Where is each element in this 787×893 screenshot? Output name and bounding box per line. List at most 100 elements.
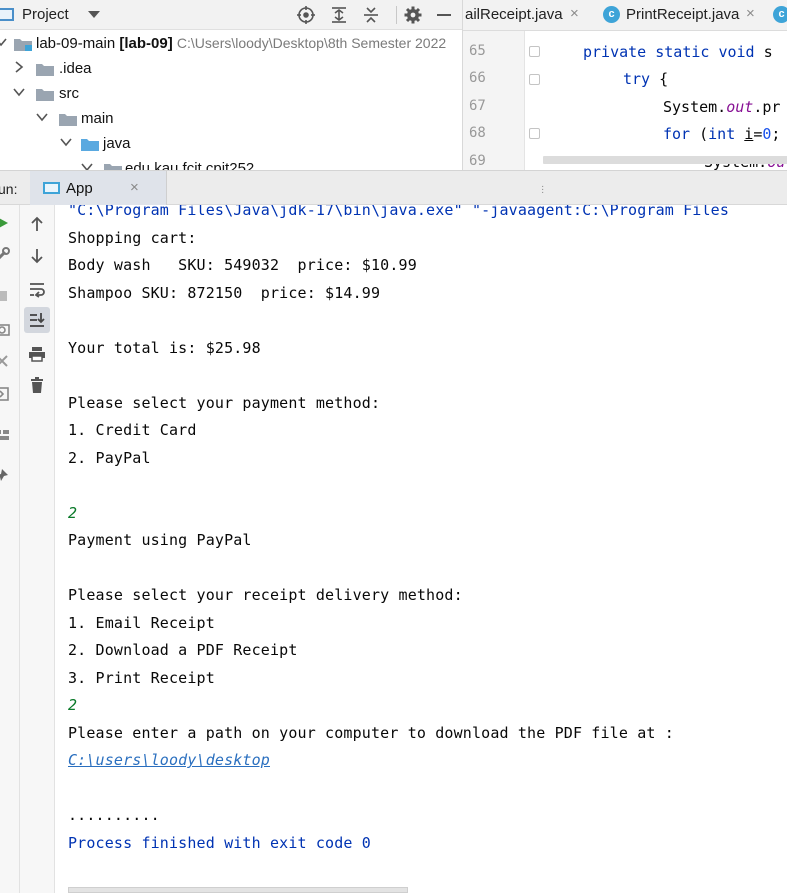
console-line: Body wash SKU: 549032 price: $10.99	[68, 256, 417, 274]
code-line-66[interactable]: try {	[623, 70, 668, 88]
chevron-down-icon[interactable]	[12, 85, 26, 99]
layout-icon[interactable]	[0, 427, 10, 443]
run-label: un:	[0, 181, 18, 197]
console-line: Please select your payment method:	[68, 394, 381, 412]
run-tab-label: App	[66, 180, 93, 197]
console-line: Shopping cart:	[68, 229, 197, 247]
project-header: Project	[0, 0, 462, 30]
project-tree: lab-09-main [lab-09] C:\Users\loody\Desk…	[0, 32, 462, 170]
tab-print-receipt[interactable]: c PrintReceipt.java ×	[599, 0, 769, 31]
tree-item-java[interactable]: java	[0, 132, 462, 157]
module-tag: [lab-09]	[119, 35, 173, 52]
java-class-icon: c	[773, 6, 787, 23]
project-view-icon	[0, 8, 14, 21]
source-folder-icon	[81, 137, 99, 151]
pin-icon[interactable]	[0, 467, 10, 483]
console-line: 1. Credit Card	[68, 421, 197, 439]
editor-pane: ailReceipt.java × c PrintReceipt.java × …	[462, 0, 787, 170]
exit-icon[interactable]	[0, 386, 10, 402]
close-session-icon[interactable]	[0, 353, 10, 369]
arrow-down-icon[interactable]	[24, 243, 50, 269]
module-path: C:\Users\loody\Desktop\8th Semester 2022	[176, 35, 447, 51]
console-line: Your total is: $25.98	[68, 339, 261, 357]
camera-icon[interactable]	[0, 321, 10, 337]
minimize-icon[interactable]	[434, 5, 454, 25]
package-icon	[104, 162, 122, 170]
run-tool-header: un: App × · · ·	[0, 170, 787, 205]
tab-email-receipt[interactable]: ailReceipt.java ×	[463, 0, 595, 31]
wrench-icon[interactable]	[0, 247, 10, 263]
editor-horizontal-scrollbar[interactable]	[543, 156, 787, 164]
close-icon[interactable]: ×	[130, 179, 139, 196]
console-line: 3. Print Receipt	[68, 669, 215, 687]
path-link[interactable]: C:\users\loody\desktop	[68, 751, 270, 769]
application-icon	[43, 182, 60, 194]
console-line: Please select your receipt delivery meth…	[68, 586, 463, 604]
console-line: Please enter a path on your computer to …	[68, 724, 674, 742]
rerun-icon[interactable]	[0, 215, 10, 231]
user-input-line: 2	[68, 504, 78, 522]
chevron-down-icon[interactable]	[59, 135, 73, 149]
java-class-icon: c	[603, 6, 620, 23]
line-number-gutter: 65 66 67 68 69	[463, 31, 525, 170]
console-line: Payment using PayPal	[68, 531, 252, 549]
tree-item-idea[interactable]: .idea	[0, 57, 462, 82]
project-title[interactable]: Project	[22, 6, 69, 23]
stop-icon[interactable]	[0, 288, 10, 304]
tree-item-label: src	[59, 85, 79, 102]
folder-icon	[36, 87, 54, 101]
line-number: 67	[469, 98, 486, 114]
line-number: 65	[469, 43, 486, 59]
tree-item-label: .idea	[59, 60, 92, 77]
close-icon[interactable]: ×	[746, 5, 755, 22]
collapse-all-icon[interactable]	[361, 5, 381, 25]
arrow-up-icon[interactable]	[24, 211, 50, 237]
gear-icon[interactable]	[403, 5, 423, 25]
locate-target-icon[interactable]	[296, 5, 316, 25]
chevron-down-icon[interactable]	[80, 160, 94, 170]
tree-item-package[interactable]: edu.kau.fcit.cpit252	[0, 157, 462, 170]
tab-next[interactable]: c	[769, 0, 787, 31]
chevron-down-icon[interactable]	[88, 11, 100, 18]
fold-marker-icon[interactable]	[529, 74, 540, 85]
soft-wrap-icon[interactable]	[24, 276, 50, 302]
tab-label: PrintReceipt.java	[626, 6, 740, 23]
tree-item-src[interactable]: src	[0, 82, 462, 107]
tree-item-main[interactable]: main	[0, 107, 462, 132]
code-line-65[interactable]: private static void s	[583, 43, 773, 61]
chevron-right-icon[interactable]	[12, 60, 26, 74]
line-number: 68	[469, 125, 486, 141]
run-toolbar	[20, 205, 55, 893]
folder-icon	[36, 62, 54, 76]
tree-item-label: edu.kau.fcit.cpit252	[125, 160, 255, 170]
console-horizontal-scrollbar[interactable]	[68, 887, 408, 893]
fold-marker-icon[interactable]	[529, 46, 540, 57]
code-line-68[interactable]: for (int i=0;	[663, 125, 780, 143]
chevron-down-icon[interactable]	[35, 110, 49, 124]
console-line: ..........	[68, 806, 160, 824]
console-line: 2. Download a PDF Receipt	[68, 641, 298, 659]
run-tab-app[interactable]: App ×	[30, 171, 167, 205]
fold-marker-icon[interactable]	[529, 128, 540, 139]
user-input-line: 2	[68, 696, 78, 714]
scroll-to-end-icon[interactable]	[24, 307, 50, 333]
console-output[interactable]: "C:\Program Files\Java\jdk-17\bin\java.e…	[55, 205, 787, 893]
console-line: Shampoo SKU: 872150 price: $14.99	[68, 284, 381, 302]
line-number: 69	[469, 153, 486, 169]
drag-handle-icon[interactable]: · · ·	[541, 182, 544, 198]
line-number: 66	[469, 70, 486, 86]
chevron-down-icon[interactable]	[0, 35, 8, 49]
module-folder-icon	[14, 37, 32, 51]
console-line: "C:\Program Files\Java\jdk-17\bin\java.e…	[68, 205, 730, 219]
print-icon[interactable]	[24, 341, 50, 367]
trash-icon[interactable]	[24, 372, 50, 398]
header-separator	[396, 6, 397, 24]
tree-item-label: java	[103, 135, 131, 152]
folder-icon	[59, 112, 77, 126]
expand-all-icon[interactable]	[329, 5, 349, 25]
close-icon[interactable]: ×	[570, 5, 579, 22]
tree-item-module[interactable]: lab-09-main [lab-09] C:\Users\loody\Desk…	[0, 32, 462, 57]
code-line-67[interactable]: System.out.pr	[663, 98, 780, 116]
console-line: 2. PayPal	[68, 449, 151, 467]
run-side-strip	[0, 205, 20, 893]
